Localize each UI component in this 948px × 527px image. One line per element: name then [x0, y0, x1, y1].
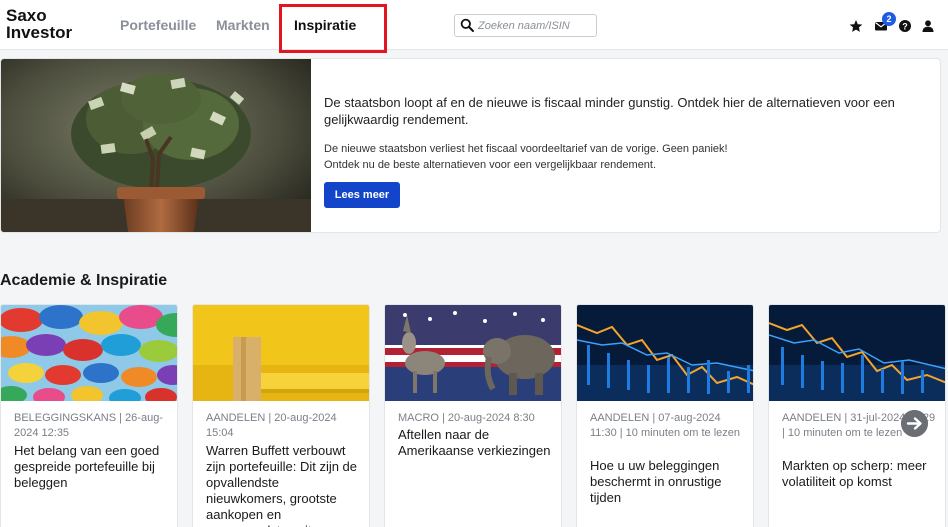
- search-box[interactable]: [454, 14, 597, 37]
- nav-portefeuille[interactable]: Portefeuille: [120, 17, 196, 33]
- next-arrow-icon[interactable]: [901, 410, 928, 437]
- card-meta: AANDELEN | 07-aug-2024 11:30 | 10 minute…: [590, 412, 741, 439]
- lees-meer-button[interactable]: Lees meer: [324, 182, 400, 208]
- hero-body-line-2: Ontdek nu de beste alternatieven voor ee…: [324, 159, 657, 171]
- stock-chart-image: [769, 305, 945, 401]
- money-tree-image: [1, 59, 311, 232]
- card-title: Het belang van een goed gespreide portef…: [14, 443, 160, 490]
- article-card[interactable]: AANDELEN | 20-aug-2024 15:04 Warren Buff…: [192, 304, 370, 527]
- stock-chart-image: [577, 305, 753, 401]
- star-icon[interactable]: [849, 19, 863, 33]
- yellow-hammer-image: [193, 305, 369, 401]
- help-icon[interactable]: ?: [898, 19, 912, 33]
- logo-line-1: Saxo: [6, 6, 47, 25]
- card-title: Warren Buffett verbouwt zijn portefeuill…: [206, 443, 358, 527]
- card-title: Aftellen naar de Amerikaanse verkiezinge…: [398, 427, 551, 458]
- hero-banner: De staatsbon loopt af en de nieuwe is fi…: [0, 58, 941, 233]
- article-card[interactable]: MACRO | 20-aug-2024 8:30 Aftellen naar d…: [384, 304, 562, 527]
- hero-title: De staatsbon loopt af en de nieuwe is fi…: [324, 95, 895, 127]
- saxo-investor-logo[interactable]: Saxo Investor: [6, 7, 72, 41]
- card-title: Hoe u uw beleggingen beschermt in onrust…: [590, 458, 722, 505]
- colorful-umbrellas-image: [1, 305, 177, 401]
- hero-body: De nieuwe staatsbon verliest het fiscaal…: [324, 141, 934, 173]
- search-icon: [460, 18, 474, 32]
- card-title: Markten op scherp: meer volatiliteit op …: [782, 458, 927, 489]
- logo-line-2: Investor: [6, 23, 73, 42]
- card-meta: MACRO | 20-aug-2024 8:30: [398, 412, 535, 424]
- user-icon[interactable]: [921, 19, 935, 33]
- donkey-elephant-flag-image: [385, 305, 561, 401]
- article-card[interactable]: AANDELEN | 07-aug-2024 11:30 | 10 minute…: [576, 304, 754, 527]
- notification-badge: 2: [882, 12, 896, 26]
- hero-body-line-1: De nieuwe staatsbon verliest het fiscaal…: [324, 143, 728, 155]
- top-navigation-bar: Saxo Investor Portefeuille Markten Inspi…: [0, 0, 948, 50]
- nav-markten[interactable]: Markten: [216, 17, 270, 33]
- search-input[interactable]: [478, 17, 594, 34]
- card-meta: BELEGGINGSKANS | 26-aug-2024 12:35: [14, 412, 163, 439]
- section-title: Academie & Inspiratie: [0, 272, 168, 289]
- article-card[interactable]: BELEGGINGSKANS | 26-aug-2024 12:35 Het b…: [0, 304, 178, 527]
- card-meta: AANDELEN | 20-aug-2024 15:04: [206, 412, 337, 439]
- inspiratie-highlight-box: [279, 4, 387, 53]
- svg-text:?: ?: [902, 21, 908, 31]
